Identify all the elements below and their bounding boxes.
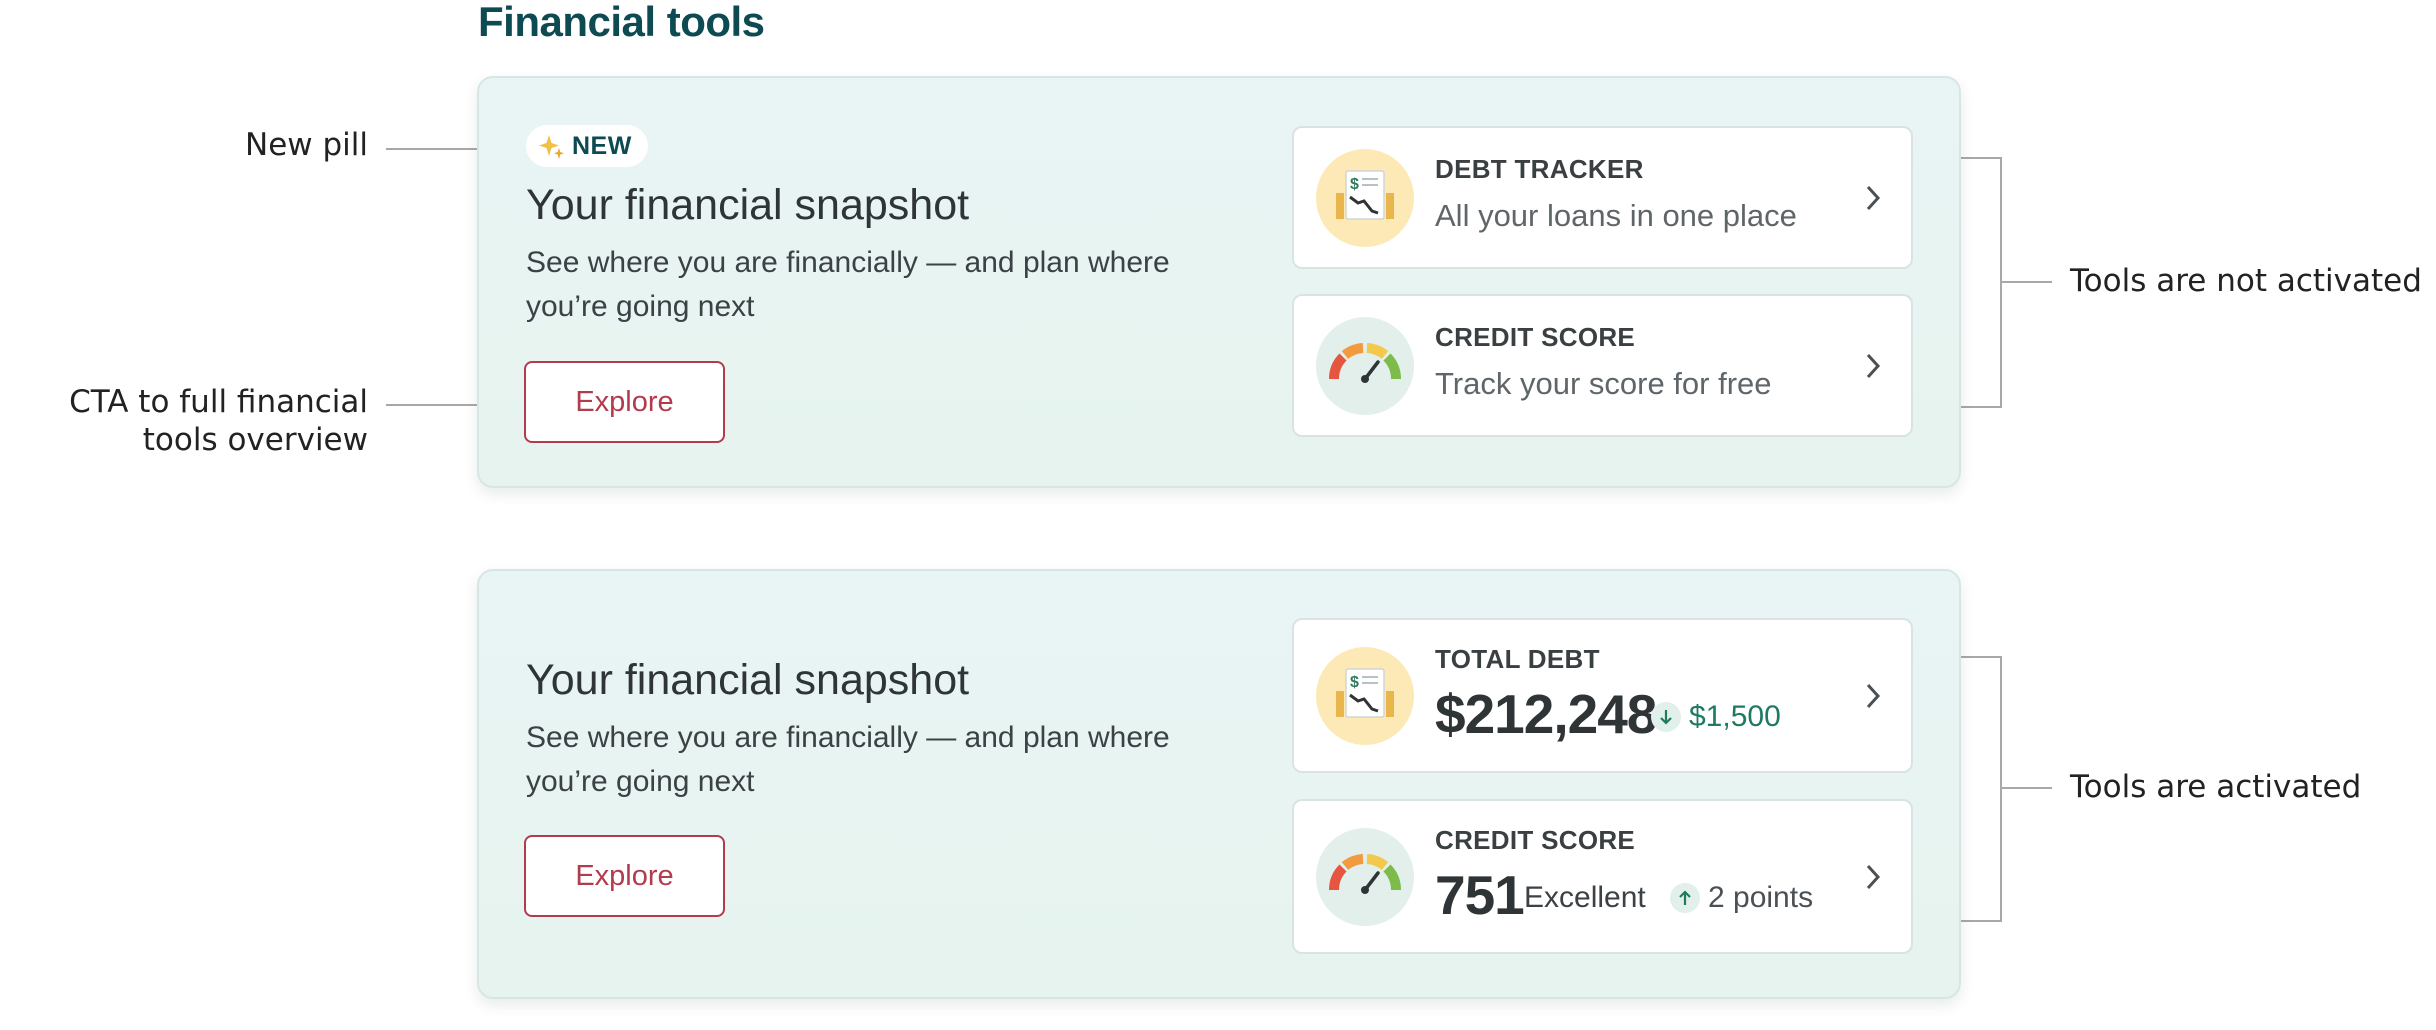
snapshot-card-inactive: NEW Your financial snapshot See where yo…: [477, 76, 1961, 488]
debt-ledger-icon: $: [1316, 647, 1414, 745]
chevron-right-icon: [1866, 185, 1881, 211]
debt-tracker-tile[interactable]: $ DEBT TRACKER All your loans in one pla…: [1292, 126, 1913, 269]
new-pill-label: NEW: [572, 131, 632, 160]
debt-tracker-subtitle: All your loans in one place: [1435, 198, 1797, 233]
credit-score-tile[interactable]: CREDIT SCORE 751 Excellent 2 points: [1292, 799, 1913, 954]
snapshot-title: Your financial snapshot: [526, 656, 970, 704]
snapshot-description-line1: See where you are financially — and plan…: [526, 721, 1170, 754]
arrow-down-icon: [1651, 702, 1681, 732]
total-debt-delta-value: $1,500: [1689, 700, 1781, 733]
annotation-activated: Tools are activated: [2070, 769, 2362, 805]
chevron-right-icon: [1866, 353, 1881, 379]
debt-ledger-icon: $: [1316, 149, 1414, 247]
snapshot-description-line2: you’re going next: [526, 765, 755, 798]
credit-score-subtitle: Track your score for free: [1435, 366, 1772, 401]
debt-tracker-label: DEBT TRACKER: [1435, 154, 1644, 184]
explore-button[interactable]: Explore: [524, 361, 725, 443]
chevron-right-icon: [1866, 683, 1881, 709]
svg-text:$: $: [1350, 176, 1359, 193]
arrow-up-icon: [1670, 883, 1700, 913]
chevron-right-icon: [1866, 864, 1881, 890]
snapshot-title: Your financial snapshot: [526, 181, 970, 229]
credit-score-value: 751: [1435, 864, 1525, 926]
credit-score-rating: Excellent: [1524, 881, 1646, 914]
credit-score-label: CREDIT SCORE: [1435, 825, 1636, 855]
annotation-new-pill: New pill: [245, 127, 368, 163]
bracket-stub-1: [2000, 281, 2052, 283]
snapshot-card-active: Your financial snapshot See where you ar…: [477, 569, 1961, 999]
annotation-cta-line2: tools overview: [142, 422, 368, 458]
new-pill: NEW: [526, 125, 648, 167]
snapshot-description: See where you are financially — and plan…: [526, 716, 1226, 804]
credit-score-delta: 2 points: [1670, 881, 1813, 915]
bracket-stub-2: [2000, 787, 2052, 789]
credit-gauge-icon: [1316, 317, 1414, 415]
credit-gauge-icon: [1316, 828, 1414, 926]
snapshot-description-line1: See where you are financially — and plan…: [526, 246, 1170, 279]
svg-text:$: $: [1350, 674, 1359, 691]
snapshot-description: See where you are financially — and plan…: [526, 241, 1226, 329]
credit-score-delta-value: 2 points: [1708, 881, 1814, 914]
snapshot-description-line2: you’re going next: [526, 290, 755, 323]
credit-score-label: CREDIT SCORE: [1435, 322, 1636, 352]
annotation-not-activated: Tools are not activated: [2070, 263, 2422, 299]
annotation-cta-line1: CTA to full financial: [69, 384, 368, 420]
sparkle-icon: [538, 132, 566, 160]
bracket-vertical-2: [2000, 656, 2002, 922]
total-debt-value: $212,248: [1435, 683, 1657, 745]
total-debt-tile[interactable]: $ TOTAL DEBT $212,248 $1,500: [1292, 618, 1913, 773]
explore-button[interactable]: Explore: [524, 835, 725, 917]
total-debt-delta: $1,500: [1651, 700, 1781, 734]
page-title: Financial tools: [478, 0, 765, 45]
credit-score-tile[interactable]: CREDIT SCORE Track your score for free: [1292, 294, 1913, 437]
annotation-cta: CTA to full financial tools overview: [69, 383, 368, 459]
total-debt-label: TOTAL DEBT: [1435, 644, 1600, 674]
